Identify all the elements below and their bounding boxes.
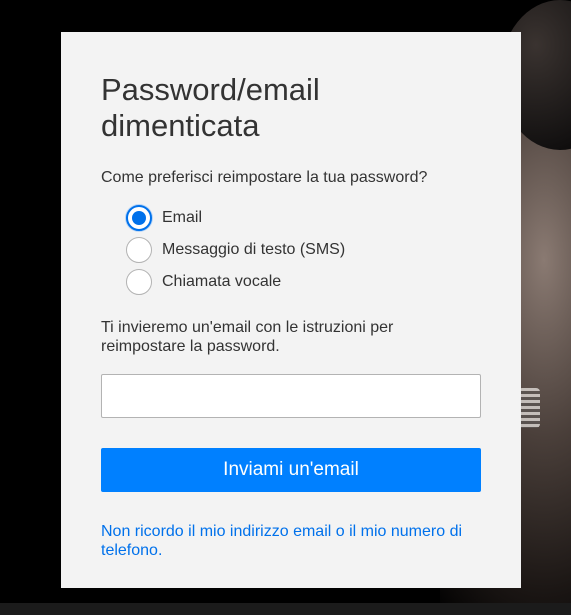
bottom-bar [0, 603, 571, 615]
option-email[interactable]: Email [126, 202, 481, 234]
email-input[interactable] [101, 374, 481, 418]
radio-email[interactable] [126, 205, 152, 231]
instructions-text: Ti invieremo un'email con le istruzioni … [101, 319, 394, 355]
option-sms-label[interactable]: Messaggio di testo (SMS) [162, 241, 345, 259]
background-earring [518, 388, 540, 428]
forgot-email-or-phone-link[interactable]: Non ricordo il mio indirizzo email o il … [101, 522, 481, 560]
radio-sms[interactable] [126, 237, 152, 263]
radio-selected-dot [132, 211, 146, 225]
send-email-button[interactable]: Inviami un'email [101, 448, 481, 492]
option-email-label[interactable]: Email [162, 209, 202, 227]
page-title: Password/email dimenticata [101, 72, 320, 143]
option-voice-call-label[interactable]: Chiamata vocale [162, 273, 281, 291]
option-voice-call[interactable]: Chiamata vocale [126, 266, 481, 298]
option-sms[interactable]: Messaggio di testo (SMS) [126, 234, 481, 266]
reset-method-options: Email Messaggio di testo (SMS) Chiamata … [126, 202, 481, 298]
password-reset-card: Password/email dimenticata Come preferis… [61, 32, 521, 588]
reset-method-question: Come preferisci reimpostare la tua passw… [101, 169, 428, 186]
radio-voice-call[interactable] [126, 269, 152, 295]
